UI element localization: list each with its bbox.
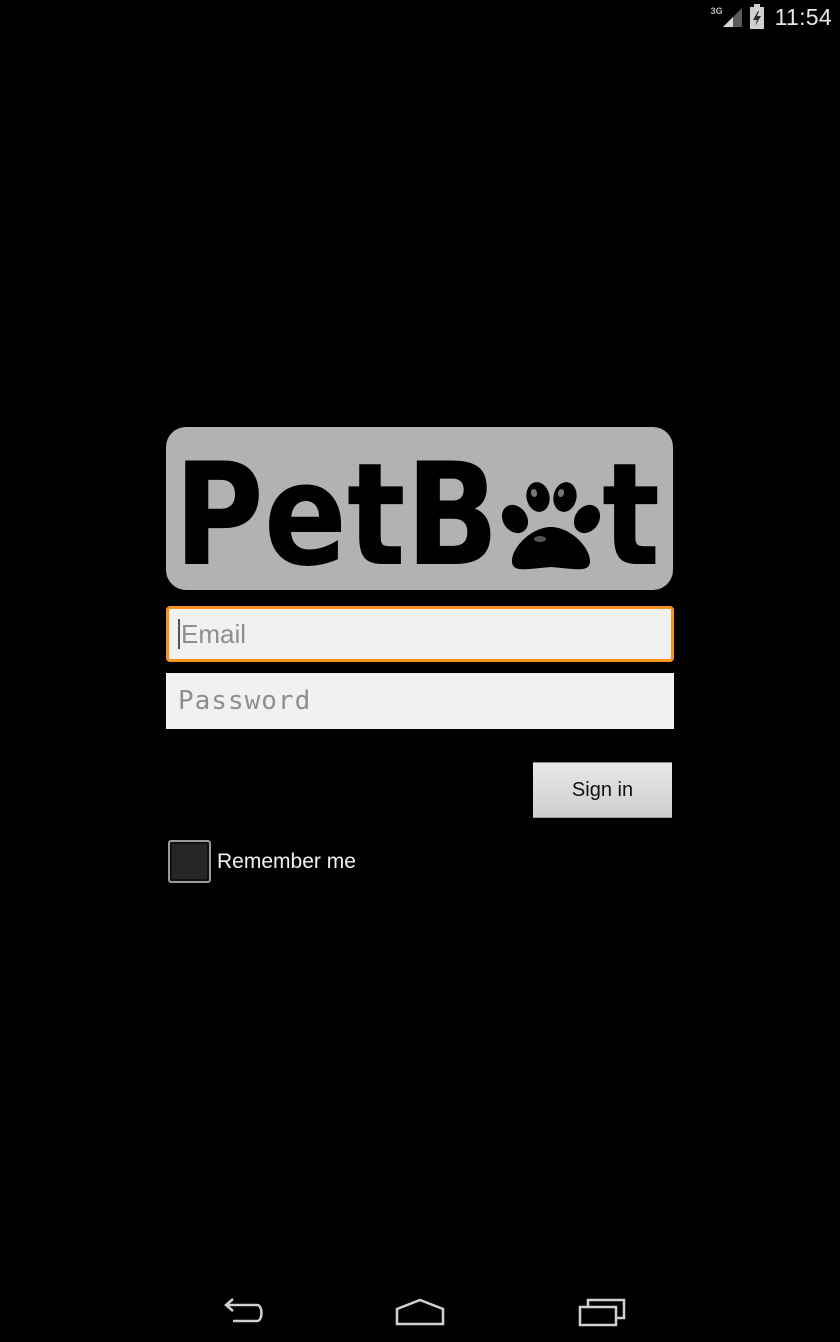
petbot-logo: PetB t <box>166 427 673 590</box>
back-icon[interactable] <box>211 1292 271 1332</box>
logo-text-t: t <box>602 433 660 590</box>
status-icons: 3G 11:54 <box>711 4 832 30</box>
password-field[interactable] <box>166 673 674 729</box>
email-field[interactable] <box>166 606 674 662</box>
signal-icon <box>721 6 743 28</box>
remember-me-checkbox[interactable] <box>168 840 211 883</box>
paw-icon <box>501 482 601 570</box>
recents-icon[interactable] <box>571 1292 631 1332</box>
clock: 11:54 <box>774 3 832 30</box>
home-icon[interactable] <box>390 1292 450 1332</box>
sign-in-button[interactable]: Sign in <box>533 762 672 818</box>
remember-me-row[interactable]: Remember me <box>168 840 356 883</box>
navigation-bar <box>0 1282 840 1342</box>
text-caret <box>178 619 180 649</box>
remember-me-label[interactable]: Remember me <box>217 850 356 874</box>
logo-text-pet-b: PetB <box>174 433 499 590</box>
network-type: 3G <box>710 6 723 16</box>
status-bar: 3G 11:54 <box>0 0 840 34</box>
battery-icon <box>749 4 765 30</box>
